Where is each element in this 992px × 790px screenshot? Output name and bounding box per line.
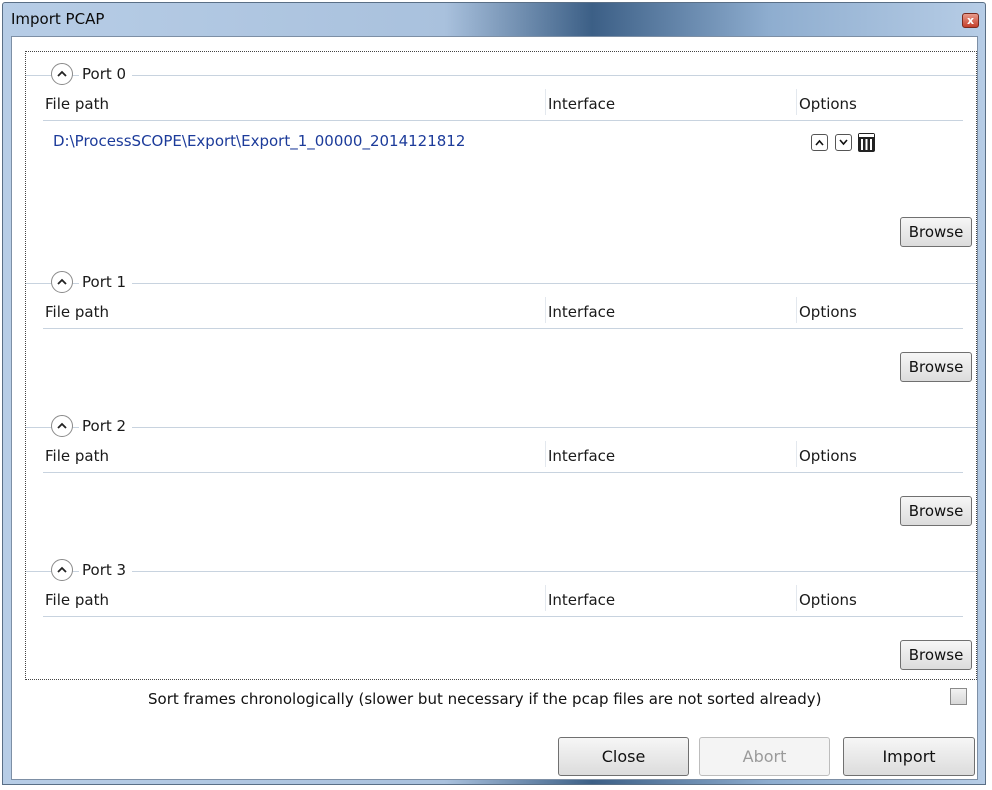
sort-chronologically-label: Sort frames chronologically (slower but … (148, 690, 822, 708)
file-grid-header: File path Interface Options (43, 585, 963, 617)
chevron-up-icon[interactable] (51, 63, 73, 85)
arrow-up-icon[interactable] (811, 134, 828, 151)
column-header-file-path[interactable]: File path (43, 447, 109, 465)
browse-button[interactable]: Browse (900, 352, 972, 382)
sort-chronologically-checkbox[interactable] (950, 688, 967, 705)
column-header-interface[interactable]: Interface (545, 585, 615, 611)
chevron-up-icon[interactable] (51, 559, 73, 581)
port-section-0: Port 0 File path Interface Options D:\Pr… (26, 62, 976, 258)
divider (26, 427, 976, 428)
port-header: Port 1 (26, 270, 976, 296)
file-grid-header: File path Interface Options (43, 297, 963, 329)
window-close-button[interactable]: x (962, 13, 979, 28)
import-pcap-window: Import PCAP x Port 0 File path Interface… (2, 2, 986, 785)
browse-button[interactable]: Browse (900, 217, 972, 247)
column-header-options[interactable]: Options (796, 297, 857, 323)
column-header-interface[interactable]: Interface (545, 441, 615, 467)
port-label: Port 2 (79, 417, 133, 435)
divider (26, 283, 976, 284)
chevron-up-icon[interactable] (51, 271, 73, 293)
column-header-options[interactable]: Options (796, 89, 857, 115)
port-label: Port 1 (79, 273, 133, 291)
port-section-3: Port 3 File path Interface Options Brows… (26, 558, 976, 678)
port-header: Port 0 (26, 62, 976, 88)
dialog-client-area: Port 0 File path Interface Options D:\Pr… (11, 36, 978, 780)
column-header-interface[interactable]: Interface (545, 89, 615, 115)
browse-button[interactable]: Browse (900, 496, 972, 526)
column-header-options[interactable]: Options (796, 441, 857, 467)
divider (26, 571, 976, 572)
arrow-down-icon[interactable] (835, 134, 852, 151)
column-header-options[interactable]: Options (796, 585, 857, 611)
file-grid-header: File path Interface Options (43, 441, 963, 473)
port-section-1: Port 1 File path Interface Options Brows… (26, 270, 976, 400)
port-label: Port 3 (79, 561, 133, 579)
column-header-file-path[interactable]: File path (43, 303, 109, 321)
abort-button[interactable]: Abort (699, 737, 830, 776)
import-button[interactable]: Import (843, 737, 975, 776)
close-button[interactable]: Close (558, 737, 689, 776)
port-header: Port 3 (26, 558, 976, 584)
ports-scroll-area[interactable]: Port 0 File path Interface Options D:\Pr… (25, 51, 977, 680)
port-header: Port 2 (26, 414, 976, 440)
trash-icon[interactable] (858, 133, 875, 152)
column-header-interface[interactable]: Interface (545, 297, 615, 323)
port-label: Port 0 (79, 65, 133, 83)
file-path-cell[interactable]: D:\ProcessSCOPE\Export\Export_1_00000_20… (53, 132, 545, 150)
divider (26, 75, 976, 76)
file-grid-header: File path Interface Options (43, 89, 963, 121)
browse-button[interactable]: Browse (900, 640, 972, 670)
column-header-file-path[interactable]: File path (43, 95, 109, 113)
title-bar: Import PCAP x (3, 3, 985, 36)
window-title: Import PCAP (11, 10, 105, 28)
chevron-up-icon[interactable] (51, 415, 73, 437)
port-section-2: Port 2 File path Interface Options Brows… (26, 414, 976, 544)
column-header-file-path[interactable]: File path (43, 591, 109, 609)
